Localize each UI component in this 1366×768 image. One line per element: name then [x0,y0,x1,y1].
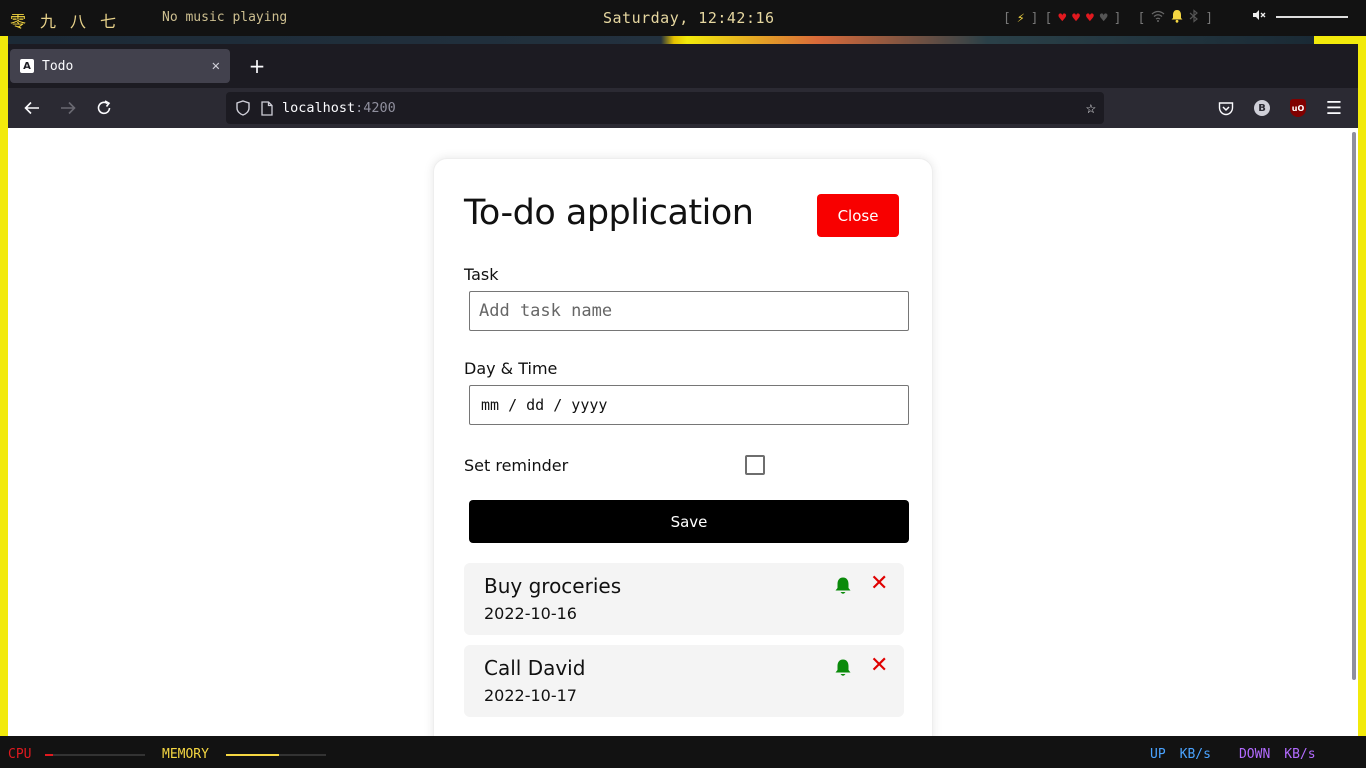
bracket-right: ] [1205,10,1214,26]
hamburger-menu-icon[interactable]: ☰ [1324,98,1344,119]
tracking-protection-shield-icon[interactable] [234,99,252,117]
reminder-bell-icon[interactable] [834,576,854,596]
angular-favicon-icon: A [20,59,34,73]
reminder-label: Set reminder [464,456,569,475]
new-tab-button[interactable]: + [244,53,270,79]
bracket-right: ] [1113,10,1122,26]
browser-window: A Todo ✕ + localhost:4200 ☆ B uO ☰ To-d… [8,44,1358,736]
memory-label: MEMORY [162,747,209,762]
todo-title: Buy groceries [484,574,622,598]
reminder-checkbox[interactable] [745,455,765,475]
todo-date: 2022-10-17 [484,686,577,705]
page-title: To-do application [464,193,754,233]
upload-unit: KB/s [1179,747,1211,762]
cpu-usage-bar [45,754,145,756]
upload-label: UP [1150,747,1166,762]
bluetooth-icon[interactable] [1189,9,1199,27]
close-button[interactable]: Close [817,194,899,237]
tab-strip: A Todo ✕ + [8,44,1358,88]
page-info-icon[interactable] [258,99,276,117]
heart-icon: ♥ [1072,10,1080,26]
cpu-label: CPU [8,747,32,762]
heart-icon: ♥ [1058,10,1067,26]
save-button[interactable]: Save [469,500,909,543]
ublock-origin-icon[interactable]: uO [1290,99,1306,117]
notification-bell-icon[interactable] [1171,9,1183,27]
todo-date: 2022-10-16 [484,604,577,623]
top-status-bar: 零 九 八 七 No music playing Saturday, 12:42… [0,0,1366,36]
forward-button[interactable] [56,96,80,120]
wallpaper-strip [8,36,1314,44]
reminder-bell-icon[interactable] [834,658,854,678]
task-label: Task [464,265,499,284]
bookmark-star-icon[interactable]: ☆ [1086,98,1096,118]
page-scrollbar[interactable] [1352,132,1356,680]
power-icon: ⚡ [1016,10,1025,26]
workspace-3[interactable]: 八 [70,8,86,32]
memory-usage-bar [226,754,326,756]
clock: Saturday, 12:42:16 [603,9,775,27]
download-unit: KB/s [1284,747,1316,762]
volume-slider[interactable] [1276,16,1348,18]
workspace-list: 零 九 八 七 [10,8,116,32]
delete-icon[interactable]: ✕ [870,573,888,595]
volume-control[interactable] [1252,9,1348,25]
bottom-status-bar: CPU MEMORY UP KB/s DOWN KB/s [0,736,1366,768]
page-viewport: To-do application Close Task Day & Time … [8,128,1358,736]
wifi-icon[interactable] [1151,10,1165,26]
todo-item[interactable]: Buy groceries 2022-10-16 ✕ [464,563,904,635]
music-status: No music playing [162,10,288,25]
cpu-usage-fill [45,754,53,756]
workspace-1[interactable]: 零 [10,8,26,32]
tab-todo[interactable]: A Todo ✕ [10,49,230,83]
navigation-toolbar: localhost:4200 ☆ B uO ☰ [8,88,1358,128]
date-input[interactable]: mm / dd / yyyy [469,385,909,425]
system-tray: [ ⚡ ] [ ♥ ♥ ♥ ♥ ] [ ] [1003,9,1213,27]
task-name-input[interactable] [469,291,909,331]
workspace-2[interactable]: 九 [40,8,56,32]
close-tab-icon[interactable]: ✕ [212,58,220,74]
todo-card: To-do application Close Task Day & Time … [433,158,933,736]
workspace-4[interactable]: 七 [100,8,116,32]
bracket-left: [ [1137,10,1146,26]
heart-icon: ♥ [1085,10,1094,26]
todo-title: Call David [484,656,586,680]
bracket-right: ] [1030,10,1039,26]
extension-b-icon[interactable]: B [1254,100,1270,116]
reload-button[interactable] [92,96,116,120]
pocket-icon[interactable] [1216,98,1236,118]
address-bar[interactable]: localhost:4200 ☆ [226,92,1104,124]
bracket-left: [ [1044,10,1053,26]
volume-muted-icon[interactable] [1252,9,1266,25]
url-port: :4200 [355,100,396,116]
day-time-label: Day & Time [464,359,558,378]
url-host: localhost [282,100,356,116]
network-speed: UP KB/s DOWN KB/s [1150,747,1316,762]
download-label: DOWN [1238,747,1271,762]
todo-item[interactable]: Call David 2022-10-17 ✕ [464,645,904,717]
back-button[interactable] [20,96,44,120]
heart-empty-icon: ♥ [1099,10,1108,26]
memory-usage-fill [226,754,279,756]
bracket-left: [ [1003,10,1011,26]
delete-icon[interactable]: ✕ [870,655,888,677]
tab-title: Todo [42,58,74,74]
